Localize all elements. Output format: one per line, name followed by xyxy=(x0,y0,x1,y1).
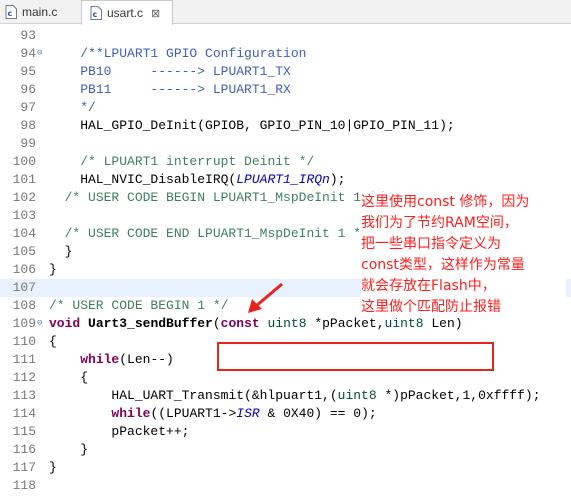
c-file-icon: c xyxy=(5,5,17,19)
svg-text:c: c xyxy=(8,9,13,18)
svg-text:c: c xyxy=(93,10,98,19)
tab-label: main.c xyxy=(22,5,58,19)
code-editor[interactable]: 93 94 ⊖ /**LPUART1 GPIO Configuration 95 PB… xyxy=(0,25,571,500)
editor-tab-bar: c main.c c usart.c ⊠ xyxy=(0,0,571,25)
tab-usart-c[interactable]: c usart.c ⊠ xyxy=(81,0,173,25)
c-file-icon: c xyxy=(90,6,102,20)
tab-main-c[interactable]: c main.c xyxy=(0,0,76,24)
close-tab-icon[interactable]: ⊠ xyxy=(151,7,160,20)
annotation-arrow-icon xyxy=(248,282,283,313)
tab-label: usart.c xyxy=(107,6,144,20)
